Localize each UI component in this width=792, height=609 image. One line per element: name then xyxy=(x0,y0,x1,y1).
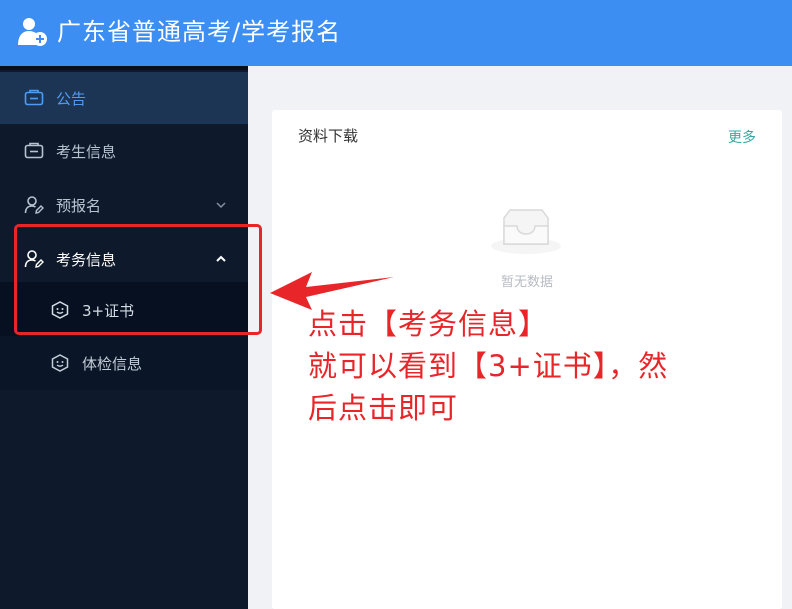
smiley-icon xyxy=(51,354,69,372)
app-header: 广东省普通高考/学考报名 xyxy=(0,0,792,66)
chevron-up-icon xyxy=(216,255,226,262)
id-card-icon xyxy=(24,89,44,106)
sidebar-item-label: 3+证书 xyxy=(82,301,135,320)
id-card-icon xyxy=(24,142,44,159)
annotation-line: 后点击即可 xyxy=(308,391,459,425)
user-edit-icon xyxy=(24,250,44,268)
sidebar-item-label: 考生信息 xyxy=(56,142,117,161)
user-add-icon xyxy=(18,18,47,46)
sidebar-item-label: 体检信息 xyxy=(82,354,143,373)
sidebar-item-label: 公告 xyxy=(56,89,87,108)
user-edit-icon xyxy=(24,196,44,214)
sidebar-subitem-3plus-certificate[interactable]: 3+证书 xyxy=(0,282,248,338)
sidebar-item-notice[interactable]: 公告 xyxy=(0,72,248,124)
sidebar-item-label: 考务信息 xyxy=(56,250,117,269)
sidebar-item-exam-info[interactable]: 考务信息 xyxy=(0,232,248,286)
more-link[interactable]: 更多 xyxy=(728,127,756,147)
sidebar-item-pre-registration[interactable]: 预报名 xyxy=(0,178,248,232)
annotation-text: 点击【考务信息】 就可以看到【3+证书】，然 后点击即可 xyxy=(308,303,778,429)
app-title: 广东省普通高考/学考报名 xyxy=(57,18,342,46)
chevron-down-icon xyxy=(216,202,226,209)
sidebar-subitem-health-check[interactable]: 体检信息 xyxy=(0,336,248,390)
card-title: 资料下载 xyxy=(298,127,359,145)
sidebar-item-label: 预报名 xyxy=(56,196,102,215)
annotation-line: 就可以看到【3+证书】，然 xyxy=(308,349,669,383)
annotation-line: 点击【考务信息】 xyxy=(308,307,549,341)
inbox-icon xyxy=(491,209,561,254)
smiley-icon xyxy=(51,301,69,319)
sidebar-divider xyxy=(0,66,248,70)
sidebar-item-student-info[interactable]: 考生信息 xyxy=(0,124,248,178)
sidebar-menu: 公告 考生信息 预报名 考务信息 3+证书 体检信息 xyxy=(0,66,248,609)
